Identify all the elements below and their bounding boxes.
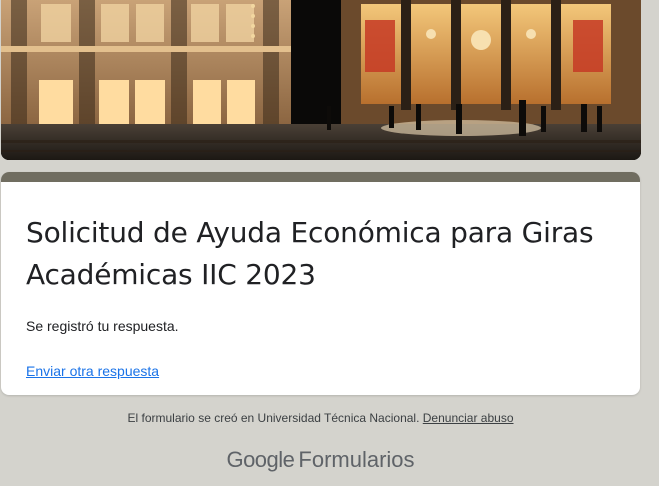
footer-note: El formulario se creó en Universidad Téc… — [0, 410, 641, 426]
submit-another-response-link[interactable]: Enviar otra respuesta — [26, 361, 159, 381]
confirmation-message: Se registró tu respuesta. — [26, 318, 179, 334]
brand-google-text: Google — [226, 447, 295, 472]
response-card: Solicitud de Ayuda Económica para Giras … — [1, 172, 640, 395]
card-body: Solicitud de Ayuda Económica para Giras … — [1, 182, 640, 381]
card-accent-bar — [1, 172, 640, 182]
google-forms-logo[interactable]: Google Formularios — [0, 446, 641, 474]
report-abuse-link[interactable]: Denunciar abuso — [423, 411, 514, 425]
header-banner-image — [1, 0, 641, 160]
brand-product-text: Formularios — [298, 447, 415, 472]
footer-created-text: El formulario se creó en Universidad Téc… — [127, 411, 420, 425]
form-title: Solicitud de Ayuda Económica para Giras … — [26, 216, 594, 291]
